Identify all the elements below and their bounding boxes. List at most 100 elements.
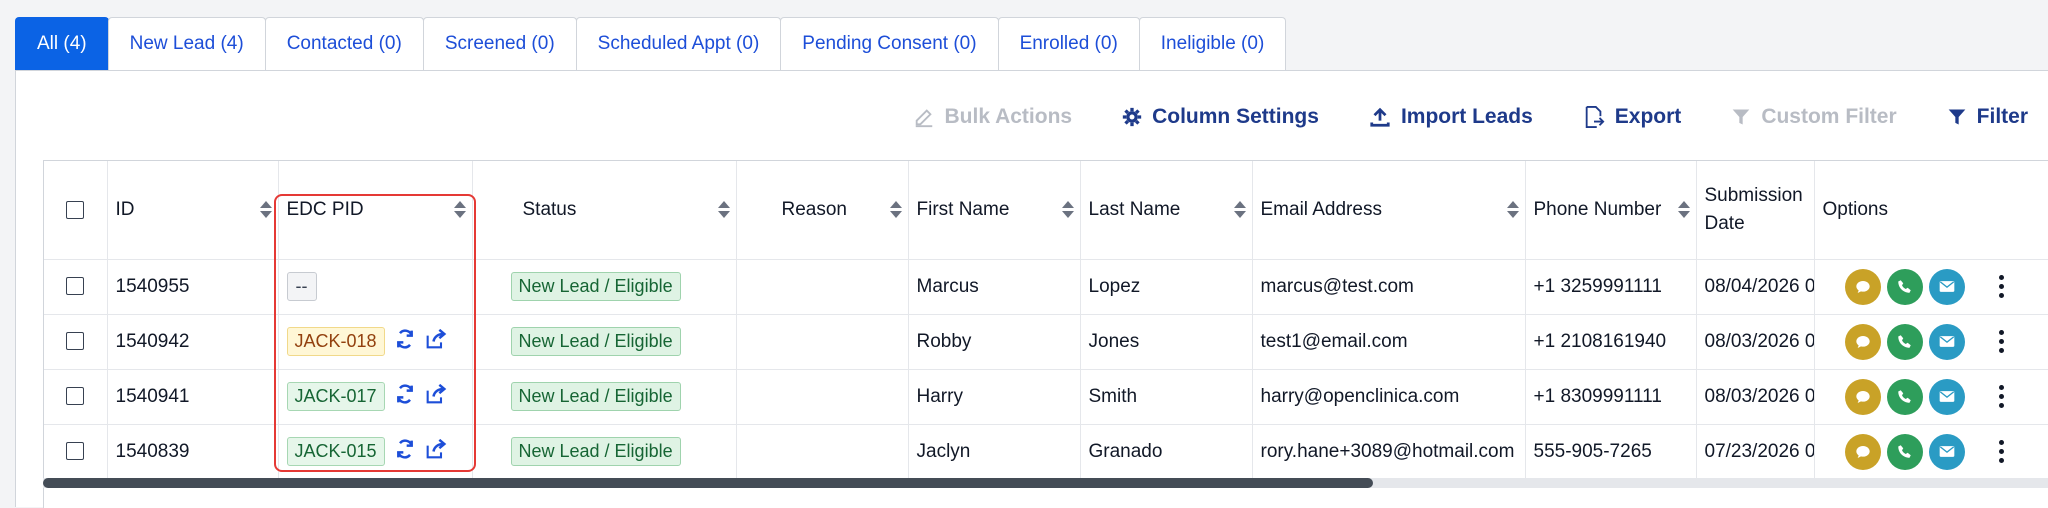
mail-icon[interactable]: [1928, 378, 1965, 415]
cell-reason: [736, 369, 909, 425]
cell-submission-date: 07/23/2026 0: [1696, 424, 1815, 480]
col-header-last-name[interactable]: Last Name: [1080, 161, 1253, 260]
phone-icon[interactable]: [1886, 268, 1923, 305]
status-badge: New Lead / Eligible: [510, 382, 681, 411]
tab-pending-consent[interactable]: Pending Consent (0): [780, 17, 999, 70]
cell-reason: [736, 259, 909, 315]
cell-last-name: Jones: [1080, 314, 1253, 370]
col-label-first-name: First Name: [916, 198, 1010, 220]
row-checkbox[interactable]: [66, 332, 84, 351]
mail-icon[interactable]: [1928, 433, 1965, 470]
cell-phone: +1 8309991111: [1525, 369, 1697, 425]
cell-last-name: Granado: [1080, 424, 1253, 480]
funnel-icon: [1948, 109, 1965, 125]
export-label: Export: [1614, 105, 1682, 128]
cell-submission-date: 08/04/2026 0: [1696, 259, 1815, 315]
mail-icon[interactable]: [1928, 323, 1965, 360]
phone-icon[interactable]: [1886, 323, 1923, 360]
col-label-status: Status: [522, 198, 577, 220]
export-button[interactable]: Export: [1583, 105, 1682, 129]
filter-label: Filter: [1976, 105, 2028, 128]
row-select-cell: [44, 369, 108, 425]
sort-icon[interactable]: [1061, 201, 1074, 218]
row-select-cell: [44, 424, 108, 480]
edc-pid-highlight-box: [274, 194, 476, 472]
status-badge: New Lead / Eligible: [510, 327, 681, 356]
cell-last-name: Lopez: [1080, 259, 1253, 315]
chat-icon[interactable]: [1844, 268, 1881, 305]
filter-button[interactable]: Filter: [1947, 105, 2028, 129]
cell-id: 1540941: [107, 369, 279, 425]
sort-icon[interactable]: [717, 201, 730, 218]
col-header-first-name[interactable]: First Name: [908, 161, 1081, 260]
select-all-checkbox[interactable]: [66, 200, 84, 219]
column-settings-button[interactable]: Column Settings: [1122, 105, 1319, 129]
kebab-icon[interactable]: [1998, 440, 2004, 463]
cell-reason: [736, 314, 909, 370]
bulk-actions-button[interactable]: Bulk Actions: [913, 105, 1073, 129]
cell-first-name: Marcus: [908, 259, 1081, 315]
phone-icon[interactable]: [1886, 433, 1923, 470]
cell-phone: +1 3259991111: [1525, 259, 1697, 315]
custom-filter-button[interactable]: Custom Filter: [1731, 105, 1897, 129]
col-header-reason[interactable]: Reason: [736, 161, 909, 260]
cell-id: 1540942: [107, 314, 279, 370]
chat-icon[interactable]: [1844, 323, 1881, 360]
cell-email: test1@email.com: [1252, 314, 1526, 370]
col-header-email[interactable]: Email Address: [1252, 161, 1526, 260]
sort-icon[interactable]: [1233, 201, 1246, 218]
cell-status: New Lead / Eligible: [472, 424, 737, 480]
chat-icon[interactable]: [1844, 433, 1881, 470]
phone-icon[interactable]: [1886, 378, 1923, 415]
row-checkbox[interactable]: [66, 387, 84, 406]
cell-first-name: Harry: [908, 369, 1081, 425]
tab-contacted[interactable]: Contacted (0): [264, 17, 424, 70]
tab-screened[interactable]: Screened (0): [422, 17, 577, 70]
cell-options: [1814, 369, 2048, 425]
kebab-icon[interactable]: [1998, 385, 2004, 408]
row-select-cell: [44, 259, 108, 315]
status-badge: New Lead / Eligible: [510, 437, 681, 466]
sort-icon[interactable]: [259, 201, 272, 218]
cell-email: rory.hane+3089@hotmail.com: [1252, 424, 1526, 480]
row-select-cell: [44, 314, 108, 370]
cell-id: 1540955: [107, 259, 279, 315]
cell-id: 1540839: [107, 424, 279, 480]
row-checkbox[interactable]: [66, 442, 84, 461]
bulk-actions-label: Bulk Actions: [944, 105, 1073, 128]
sort-icon[interactable]: [1677, 201, 1690, 218]
col-header-phone[interactable]: Phone Number: [1525, 161, 1697, 260]
col-header-id[interactable]: ID: [107, 161, 279, 260]
tab-enrolled[interactable]: Enrolled (0): [997, 17, 1140, 70]
col-header-options: Options: [1814, 161, 2048, 260]
col-header-status[interactable]: Status: [472, 161, 737, 260]
row-checkbox[interactable]: [66, 277, 84, 296]
sort-icon[interactable]: [889, 201, 902, 218]
kebab-icon[interactable]: [1998, 275, 2004, 298]
col-label-id: ID: [115, 198, 135, 220]
kebab-icon[interactable]: [1998, 330, 2004, 353]
col-header-submission-date[interactable]: Submission Date: [1696, 161, 1815, 260]
tab-scheduled-appt[interactable]: Scheduled Appt (0): [575, 17, 782, 70]
select-all-cell: [44, 161, 108, 260]
column-settings-label: Column Settings: [1152, 105, 1319, 128]
horizontal-scrollbar[interactable]: [43, 478, 2048, 488]
cell-options: [1814, 424, 2048, 480]
cell-status: New Lead / Eligible: [472, 259, 737, 315]
col-label-options: Options: [1822, 198, 1888, 220]
scrollbar-thumb[interactable]: [43, 478, 1373, 488]
status-tabs: All (4) New Lead (4) Contacted (0) Screened…: [15, 17, 1287, 72]
export-icon: [1585, 106, 1605, 128]
tab-new-lead[interactable]: New Lead (4): [107, 17, 266, 70]
custom-filter-label: Custom Filter: [1761, 105, 1897, 128]
tab-ineligible[interactable]: Ineligible (0): [1138, 17, 1287, 70]
sort-icon[interactable]: [1506, 201, 1519, 218]
gear-icon: [1122, 107, 1142, 127]
cell-submission-date: 08/03/2026 0: [1696, 369, 1815, 425]
cell-options: [1814, 314, 2048, 370]
mail-icon[interactable]: [1928, 268, 1965, 305]
col-label-email: Email Address: [1260, 198, 1382, 220]
chat-icon[interactable]: [1844, 378, 1881, 415]
tab-all[interactable]: All (4): [15, 17, 109, 70]
import-leads-button[interactable]: Import Leads: [1369, 105, 1533, 129]
